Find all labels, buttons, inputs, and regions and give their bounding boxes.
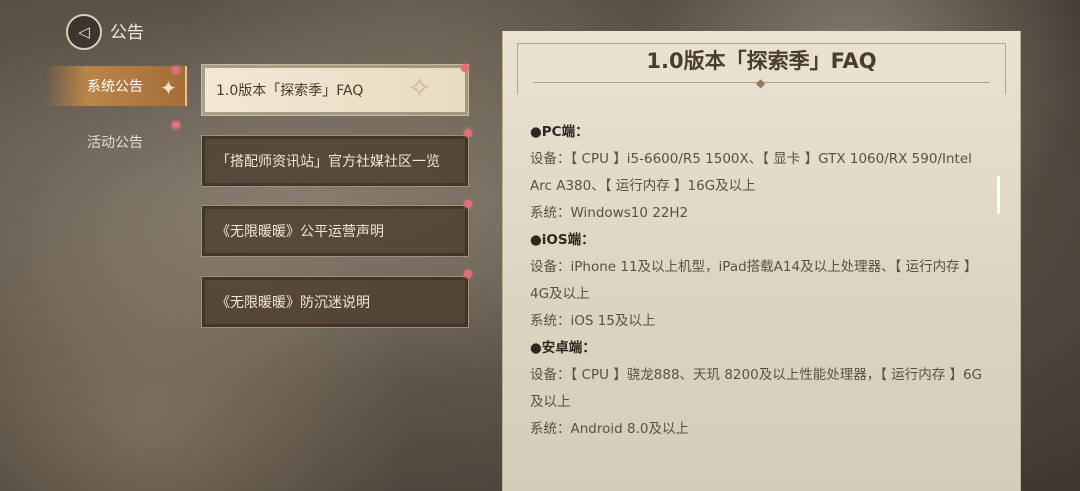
notification-dot (172, 121, 180, 129)
announcement-item[interactable]: 《无限暖暖》公平运营声明 (201, 205, 469, 257)
content-line: 系统：Windows10 22H2 (530, 205, 689, 221)
content-line: 系统：iOS 15及以上 (530, 313, 656, 329)
section-heading: ●PC端： (530, 124, 589, 140)
detail-content: ●PC端： 设备：【 CPU 】i5-6600/R5 1500X、【 显卡 】G… (530, 119, 990, 443)
announcement-item[interactable]: 1.0版本「探索季」FAQ ✧ (201, 64, 469, 116)
announcement-label: 1.0版本「探索季」FAQ (216, 83, 364, 99)
detail-title: 1.0版本「探索季」FAQ (646, 49, 877, 73)
nav-tab-label: 系统公告 (87, 79, 143, 95)
content-line: 系统：Android 8.0及以上 (530, 421, 689, 437)
announcement-detail-panel[interactable]: 1.0版本「探索季」FAQ ◆ ●PC端： 设备：【 CPU 】i5-6600/… (502, 31, 1021, 491)
ornament-icon: ✧ (406, 71, 432, 106)
scrollbar[interactable] (997, 176, 1000, 214)
section-heading: ●安卓端： (530, 340, 596, 356)
announcement-item[interactable]: 「搭配师资讯站」官方社媒社区一览 (201, 135, 469, 187)
section-heading: ●iOS端： (530, 232, 595, 248)
nav-tab-label: 活动公告 (87, 135, 143, 151)
content-line: 设备：iPhone 11及以上机型，iPad搭载A14及以上处理器、【 运行内存… (530, 259, 978, 302)
content-line: 设备：【 CPU 】骁龙888、天玑 8200及以上性能处理器，【 运行内存 】… (530, 367, 983, 410)
sparkle-icon: ✦ (160, 76, 177, 100)
notification-dot (172, 66, 180, 74)
announcement-item[interactable]: 《无限暖暖》防沉迷说明 (201, 276, 469, 328)
notification-dot (461, 64, 469, 72)
announcement-label: 《无限暖暖》防沉迷说明 (216, 295, 370, 311)
notification-dot (464, 270, 472, 278)
nav-tab-activity[interactable]: 活动公告 (45, 122, 185, 162)
content-line: 设备：【 CPU 】i5-6600/R5 1500X、【 显卡 】GTX 106… (530, 151, 972, 194)
diamond-icon: ◆ (756, 76, 766, 90)
back-button[interactable]: ◁ (66, 14, 102, 50)
announcement-label: 《无限暖暖》公平运营声明 (216, 224, 384, 240)
back-arrow-icon: ◁ (78, 23, 90, 41)
notification-dot (464, 200, 472, 208)
page-title: 公告 (110, 23, 144, 43)
announcement-label: 「搭配师资讯站」官方社媒社区一览 (216, 154, 440, 170)
notification-dot (464, 129, 472, 137)
